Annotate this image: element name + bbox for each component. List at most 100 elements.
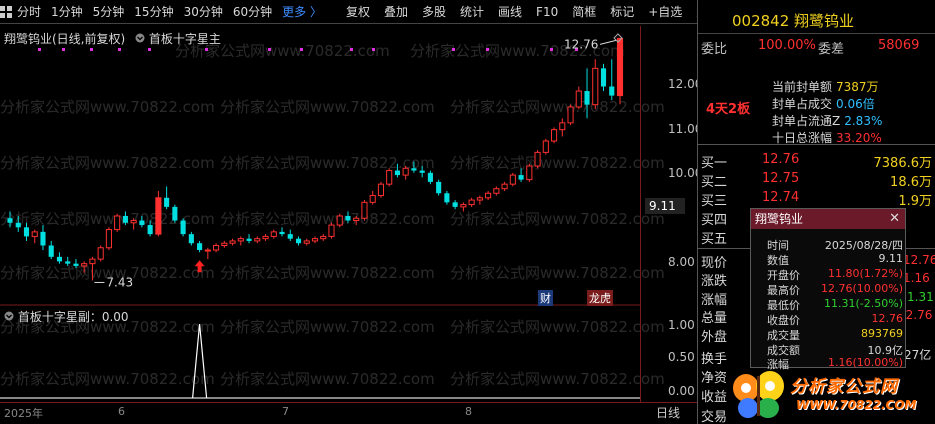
candle-body[interactable] bbox=[303, 240, 310, 244]
dragon-tiger-tag[interactable]: 龙虎 bbox=[587, 290, 613, 306]
orderbook-row[interactable]: 买三 12.74 1.9万 bbox=[698, 190, 935, 209]
candle-body[interactable] bbox=[567, 106, 574, 124]
draw-line-button[interactable]: 画线 bbox=[493, 0, 527, 24]
period-1min[interactable]: 1分钟 bbox=[46, 0, 88, 24]
candle-body[interactable] bbox=[81, 263, 88, 267]
period-more[interactable]: 更多 〉 bbox=[277, 0, 327, 24]
candle-body[interactable] bbox=[444, 193, 450, 203]
candle-body[interactable] bbox=[436, 181, 442, 194]
candle-body[interactable] bbox=[237, 238, 244, 242]
candle-body[interactable] bbox=[229, 240, 236, 244]
overlay-button[interactable]: 叠加 bbox=[379, 0, 413, 24]
candle-body[interactable] bbox=[270, 231, 277, 237]
candlestick-chart[interactable]: 12.76 7.43 bbox=[0, 26, 697, 306]
candle-body[interactable] bbox=[197, 243, 203, 251]
f10-button[interactable]: F10 bbox=[531, 0, 563, 24]
candle-body[interactable] bbox=[180, 220, 186, 235]
period-60min[interactable]: 60分钟 bbox=[228, 0, 277, 24]
candle-body[interactable] bbox=[394, 170, 400, 176]
period-intraday[interactable]: 分时 bbox=[12, 0, 46, 24]
candle-body[interactable] bbox=[509, 174, 516, 185]
candle-body[interactable] bbox=[542, 140, 549, 153]
candle-body[interactable] bbox=[600, 68, 607, 87]
candle-body[interactable] bbox=[254, 238, 261, 242]
candle-body[interactable] bbox=[23, 227, 30, 237]
candle-body[interactable] bbox=[48, 245, 54, 257]
candle-body[interactable] bbox=[295, 238, 302, 244]
candle-body[interactable] bbox=[526, 165, 533, 181]
candle-body[interactable] bbox=[518, 175, 524, 180]
period-mode-label[interactable]: 日线 bbox=[656, 404, 680, 421]
candle-body[interactable] bbox=[122, 215, 128, 223]
candle-body[interactable] bbox=[427, 172, 433, 182]
candle-body[interactable] bbox=[246, 238, 252, 241]
period-15min[interactable]: 15分钟 bbox=[129, 0, 178, 24]
candle-body[interactable] bbox=[616, 37, 624, 97]
candle-body[interactable] bbox=[164, 197, 170, 207]
candle-body[interactable] bbox=[402, 167, 409, 176]
candle-body[interactable] bbox=[559, 122, 566, 131]
period-30min[interactable]: 30分钟 bbox=[179, 0, 228, 24]
indicator-dropdown[interactable]: 首板十字星主 bbox=[135, 32, 221, 46]
candle-body[interactable] bbox=[155, 197, 162, 235]
candle-body[interactable] bbox=[73, 263, 79, 266]
candle-body[interactable] bbox=[279, 231, 285, 235]
candle-body[interactable] bbox=[328, 224, 335, 237]
candle-body[interactable] bbox=[311, 238, 319, 242]
stats-button[interactable]: 统计 bbox=[455, 0, 489, 24]
candle-body[interactable] bbox=[320, 235, 327, 240]
candle-body[interactable] bbox=[188, 234, 194, 244]
candle-body[interactable] bbox=[369, 195, 376, 203]
candle-body[interactable] bbox=[575, 90, 582, 108]
candle-body[interactable] bbox=[89, 258, 96, 265]
candle-body[interactable] bbox=[204, 249, 211, 252]
simple-frame-button[interactable]: 简框 bbox=[567, 0, 601, 24]
candle-body[interactable] bbox=[452, 202, 458, 207]
candle-body[interactable] bbox=[40, 231, 46, 246]
sub-indicator-title[interactable]: 首板十字星副：0.00 bbox=[4, 308, 129, 325]
candle-body[interactable] bbox=[592, 67, 599, 106]
candle-body[interactable] bbox=[485, 192, 492, 199]
adjust-button[interactable]: 复权 bbox=[341, 0, 375, 24]
stock-code-name[interactable]: 002842 翔鹭钨业 bbox=[732, 10, 854, 31]
candle-body[interactable] bbox=[31, 231, 38, 237]
candle-body[interactable] bbox=[377, 183, 385, 197]
candle-body[interactable] bbox=[56, 256, 63, 262]
candle-body[interactable] bbox=[550, 129, 558, 142]
candle-body[interactable] bbox=[262, 235, 269, 240]
candle-body[interactable] bbox=[287, 234, 293, 239]
candle-body[interactable] bbox=[493, 188, 500, 194]
orderbook-row[interactable]: 买一 12.76 7386.6万 bbox=[698, 152, 935, 171]
candle-body[interactable] bbox=[15, 222, 21, 228]
finance-tag[interactable]: 财 bbox=[538, 290, 553, 306]
candle-body[interactable] bbox=[130, 220, 137, 224]
multi-stock-button[interactable]: 多股 bbox=[417, 0, 451, 24]
candle-body[interactable] bbox=[336, 215, 343, 226]
candle-body[interactable] bbox=[7, 218, 13, 223]
candle-body[interactable] bbox=[584, 91, 590, 105]
orderbook-row[interactable]: 买二 12.75 18.6万 bbox=[698, 171, 935, 190]
period-5min[interactable]: 5分钟 bbox=[88, 0, 130, 24]
candle-body[interactable] bbox=[172, 206, 178, 221]
candle-body[interactable] bbox=[501, 183, 508, 190]
candle-body[interactable] bbox=[97, 247, 104, 260]
candle-body[interactable] bbox=[534, 151, 541, 167]
candle-body[interactable] bbox=[114, 215, 121, 231]
candle-body[interactable] bbox=[213, 244, 220, 251]
candle-body[interactable] bbox=[419, 170, 425, 173]
candle-body[interactable] bbox=[345, 215, 351, 221]
add-watchlist-button[interactable]: +自选 bbox=[643, 0, 687, 24]
candle-body[interactable] bbox=[460, 204, 467, 208]
candle-body[interactable] bbox=[468, 199, 475, 206]
candle-body[interactable] bbox=[609, 86, 615, 96]
candle-body[interactable] bbox=[221, 242, 228, 246]
data-tooltip-window[interactable]: 翔鹭钨业 ✕ 时间 2025/08/28/四 数值 9.11 开盘价 11.80(1.… bbox=[750, 208, 906, 371]
close-icon[interactable]: ✕ bbox=[889, 209, 900, 229]
candle-body[interactable] bbox=[353, 217, 360, 222]
candle-body[interactable] bbox=[139, 220, 145, 226]
candle-body[interactable] bbox=[147, 225, 153, 235]
candle-body[interactable] bbox=[361, 201, 368, 219]
mark-button[interactable]: 标记 bbox=[605, 0, 639, 24]
candle-body[interactable] bbox=[411, 168, 417, 171]
candle-body[interactable] bbox=[105, 229, 112, 249]
